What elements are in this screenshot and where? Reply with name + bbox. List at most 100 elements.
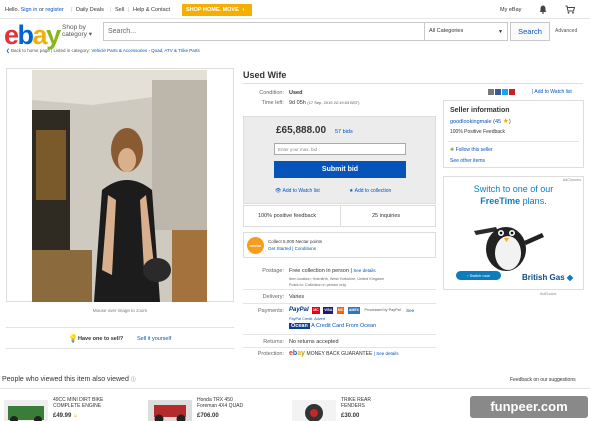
item-price: £49.99 — [53, 413, 72, 419]
item-thumbnail[interactable] — [148, 400, 192, 421]
penguin-illustration — [474, 227, 544, 271]
bid-count-link[interactable]: 57 bids — [335, 129, 353, 135]
bell-icon[interactable] — [539, 5, 547, 14]
max-bid-input[interactable]: Enter your max. bid — [274, 143, 406, 155]
logo-letter: e — [4, 20, 19, 50]
ocean-credit-card-link[interactable]: A Credit Card From Ocean — [311, 323, 376, 329]
sell-link[interactable]: Sell — [115, 7, 124, 13]
bid-box: £65,888.00 57 bids Enter your max. bid S… — [243, 116, 436, 204]
item-title[interactable]: Honda TRX 450 Foreman 4X4 QUAD — [197, 397, 243, 409]
divider — [243, 83, 583, 84]
also-viewed-title: People who viewed this item also viewed — [2, 376, 129, 383]
item-thumbnail[interactable] — [4, 400, 48, 421]
pinterest-icon[interactable] — [509, 89, 515, 95]
email-icon[interactable] — [488, 89, 494, 95]
mbg-details-link[interactable]: | See details — [374, 351, 399, 356]
feedback-score-link[interactable]: 45 — [495, 119, 501, 125]
divider — [243, 334, 436, 335]
sell-it-yourself-link[interactable]: Sell it yourself — [137, 336, 171, 342]
advanced-search-link[interactable]: Advanced — [555, 28, 577, 34]
returns-label: Returns: — [263, 339, 284, 345]
help-contact-link[interactable]: Help & Contact — [133, 7, 170, 13]
arrow-right-icon: › — [467, 273, 469, 278]
item-title[interactable]: 49CC MINI DIRT BIKE COMPLETE ENGINE — [53, 397, 103, 409]
title-line: FENDERS — [341, 403, 365, 409]
top-bar: Hello. Sign in or register | Daily Deals… — [0, 0, 590, 19]
item-photo[interactable] — [32, 70, 207, 302]
sell-prompt: 💡 Have one to sell? Sell it yourself — [6, 327, 234, 349]
my-ebay-link[interactable]: My eBay — [500, 7, 521, 13]
divider — [243, 347, 436, 348]
daily-deals-link[interactable]: Daily Deals — [76, 7, 104, 13]
condition-value: Used — [289, 90, 303, 96]
see-other-items-link[interactable]: See other items — [450, 158, 485, 164]
category-label: category — [62, 31, 87, 38]
sign-in-link[interactable]: Sign in — [21, 7, 38, 13]
sell-question: Have one to sell? — [78, 336, 124, 342]
mastercard-icon: MC — [312, 307, 320, 314]
plus-icon: ✚ — [450, 147, 455, 153]
add-to-collection-button[interactable]: ★ Add to collection — [349, 188, 391, 194]
follow-seller-link[interactable]: ✚ Follow this seller — [450, 147, 493, 153]
nectar-links[interactable]: Get Started | Conditions — [268, 246, 316, 251]
search-input[interactable]: Search... — [108, 28, 136, 35]
facebook-icon[interactable] — [495, 89, 501, 95]
nectar-points-text: Collect 5,000 Nectar points — [268, 239, 323, 244]
time-left-label: Time left: — [261, 100, 284, 106]
submit-bid-button[interactable]: Submit bid — [274, 161, 406, 178]
search-button[interactable]: Search — [510, 22, 550, 41]
watermark: funpeer.com — [470, 396, 588, 418]
category-select[interactable]: All Categories ▼ — [424, 23, 508, 40]
returns-value: No returns accepted — [289, 339, 339, 345]
watchlist-label: Add to Watch list — [534, 89, 572, 95]
item-title[interactable]: TRIKE REAR FENDERS — [341, 397, 371, 409]
adchoices-label[interactable]: AdChoices — [563, 178, 581, 182]
delivery-value: Varies — [289, 294, 305, 300]
positive-feedback-percent: 100% Positive Feedback — [450, 129, 506, 135]
shop-by-category-button[interactable]: Shop by category ▾ — [62, 24, 92, 38]
seller-name-link[interactable]: goodlookingmale — [450, 119, 492, 125]
smiley-icon: ☺ — [73, 413, 79, 419]
item-thumbnail[interactable] — [292, 400, 336, 421]
end-time: (17 Sep, 2019 22:19:03 BST) — [307, 100, 360, 105]
add-to-watchlist-link[interactable]: | Add to Watch list — [532, 89, 572, 95]
zoom-hint: Mouse over image to zoom — [92, 308, 148, 313]
promo-banner-button[interactable]: SHOP HOME. MOVE › — [182, 4, 252, 16]
nectar-logo-icon: nectar — [247, 237, 264, 254]
switch-now-button[interactable]: › Switch now — [456, 271, 501, 280]
ad-headline: Switch to one of our — [473, 184, 554, 194]
inquiries-stat: 25 inquiries — [372, 213, 401, 219]
advertisement[interactable]: AdChoices Switch to one of our FreeTime … — [443, 176, 584, 290]
breadcrumb-item[interactable]: Quad, ATV & Trike Parts — [151, 48, 200, 53]
breadcrumb: ❮ Back to home page | Listed in category… — [6, 48, 200, 54]
back-to-home-link[interactable]: Back to home page — [11, 48, 50, 53]
logo-letter: y — [46, 20, 61, 50]
time-left-value: 9d 05h (17 Sep, 2019 22:19:03 BST) — [289, 100, 359, 106]
money-back-guarantee: ebay MONEY BACK GUARANTEE | See details — [289, 350, 399, 357]
seller-info-panel: Seller information goodlookingmale (45 ★… — [443, 100, 584, 168]
credit-offer: Ocean A Credit Card From Ocean — [289, 323, 376, 329]
add-to-watchlist-button[interactable]: 👁 Add to Watch list — [275, 188, 320, 194]
postage-text: Free collection in person — [289, 268, 349, 274]
ebay-logo[interactable]: ebay — [4, 20, 61, 50]
delivery-label: Delivery: — [262, 294, 284, 300]
divider — [448, 141, 579, 142]
cart-icon[interactable] — [565, 5, 575, 14]
mbg-label: MONEY BACK GUARANTEE — [306, 351, 373, 357]
promo-label: SHOP HOME. MOVE — [186, 7, 239, 13]
search-bar: Search... All Categories ▼ — [103, 22, 508, 41]
back-arrow-icon[interactable]: ❮ — [6, 48, 10, 53]
feedback-suggestions-link[interactable]: Feedback on our suggestions — [510, 377, 576, 383]
ad-choice-footer[interactable]: AdChoice — [540, 292, 556, 296]
twitter-icon[interactable] — [502, 89, 508, 95]
info-icon[interactable]: ⓘ — [131, 377, 136, 383]
payments-label: Payments: — [258, 308, 284, 314]
posts-to: Posts to: Collection in person only — [289, 283, 347, 287]
breadcrumb-item[interactable]: Vehicle Parts & Accessories — [91, 48, 147, 53]
payment-details-link[interactable]: See — [405, 307, 415, 314]
postage-details-link[interactable]: See details — [353, 268, 375, 273]
seller-heading: Seller information — [450, 107, 510, 114]
listed-in-label: Listed in category: — [53, 48, 91, 53]
paypal-credit-advert[interactable]: PayPal Credit. Advert — [289, 317, 325, 321]
register-link[interactable]: register — [45, 7, 63, 13]
